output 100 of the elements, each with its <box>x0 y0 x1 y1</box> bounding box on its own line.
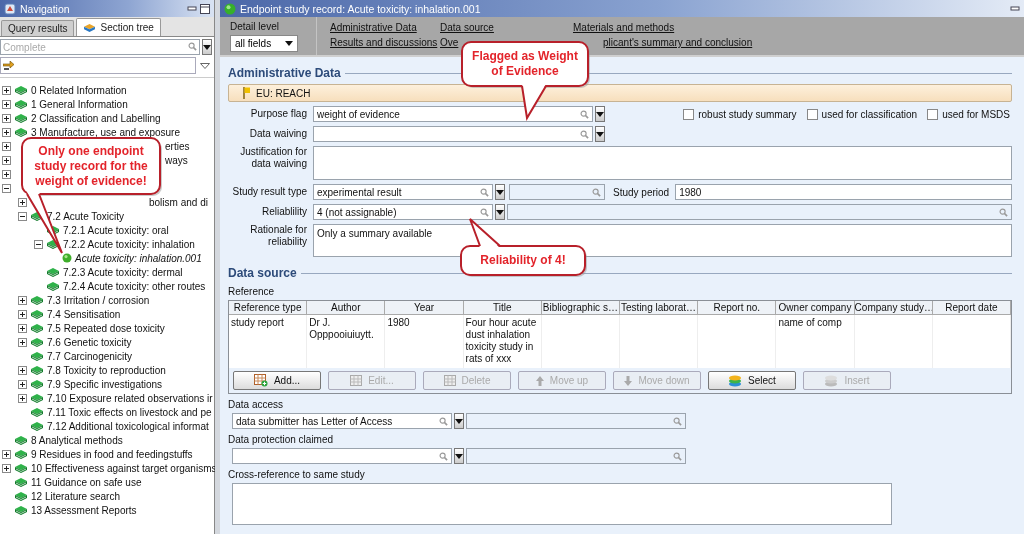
tree-item[interactable]: 7.8 Toxicity to reproduction <box>47 364 166 376</box>
search-icon[interactable] <box>480 207 489 217</box>
column-header[interactable]: Reference type <box>229 301 308 315</box>
tree-item[interactable]: 7.3 Irritation / corrosion <box>47 294 150 306</box>
section-link[interactable]: Materials and methods <box>573 22 675 33</box>
lookup-field[interactable] <box>507 204 1012 220</box>
expand-icon[interactable] <box>18 323 27 333</box>
text-area[interactable] <box>232 483 892 525</box>
column-header[interactable]: Owner company <box>776 301 855 315</box>
search-icon[interactable] <box>480 187 489 197</box>
section-link[interactable]: Results and discussions <box>330 37 438 48</box>
tab[interactable]: Query results <box>1 20 75 36</box>
section-link[interactable]: Administrative Data <box>330 22 417 33</box>
expand-icon[interactable] <box>2 141 11 151</box>
lookup-field[interactable] <box>509 184 605 200</box>
column-header[interactable]: Report date <box>932 301 1011 315</box>
expand-icon[interactable] <box>2 169 11 179</box>
search-icon[interactable] <box>439 451 448 461</box>
column-header[interactable]: Year <box>385 301 464 315</box>
section-link[interactable]: Ove <box>440 37 459 48</box>
tree-item[interactable]: 7.2.4 Acute toxicity: other routes <box>63 280 206 292</box>
checkbox[interactable]: used for classification <box>806 108 918 120</box>
column-header[interactable]: Bibliographic s… <box>541 301 620 315</box>
tree-item[interactable]: 12 Literature search <box>31 490 120 502</box>
lookup-field[interactable] <box>466 413 686 429</box>
tree-item[interactable]: ways <box>165 154 188 166</box>
tree-item[interactable]: bolism and di <box>149 196 208 208</box>
checkbox[interactable]: robust study summary <box>683 108 797 120</box>
tree-item[interactable]: 11 Guidance on safe use <box>31 476 142 488</box>
text-field[interactable]: 1980 <box>675 184 1012 200</box>
maximize-icon[interactable] <box>200 3 210 14</box>
tree-item[interactable]: 9 Residues in food and feedingstuffs <box>31 448 193 460</box>
expand-icon[interactable] <box>18 197 27 207</box>
tree-item[interactable]: 7.7 Carcinogenicity <box>47 350 133 362</box>
tree-item[interactable]: 2 Classification and Labelling <box>31 112 161 124</box>
tree-item[interactable]: 7.10 Exposure related observations ir <box>47 392 213 404</box>
search-icon[interactable] <box>580 109 589 119</box>
expand-icon[interactable] <box>18 295 27 305</box>
expand-icon[interactable] <box>2 155 11 165</box>
filter-dropdown-icon[interactable] <box>200 62 210 69</box>
search-icon[interactable] <box>188 42 197 51</box>
tree-item[interactable]: 8 Analytical methods <box>31 434 123 446</box>
lookup-field[interactable] <box>232 448 452 464</box>
expand-icon[interactable] <box>18 309 27 319</box>
table-button[interactable]: Add... <box>233 371 321 390</box>
dropdown-button[interactable] <box>202 39 212 55</box>
tree-item[interactable]: 7.2.3 Acute toxicity: dermal <box>63 266 183 278</box>
column-header[interactable]: Testing laborat… <box>620 301 699 315</box>
lookup-field[interactable] <box>466 448 686 464</box>
column-header[interactable]: Title <box>463 301 542 315</box>
expand-icon[interactable] <box>2 449 11 459</box>
search-field[interactable]: Complete <box>0 39 200 55</box>
section-link[interactable]: plicant's summary and conclusion <box>603 37 753 48</box>
collapse-icon[interactable] <box>34 239 43 249</box>
minimize-icon[interactable] <box>1010 3 1020 14</box>
expand-icon[interactable] <box>2 99 11 109</box>
tree-item[interactable]: 13 Assessment Reports <box>31 504 137 516</box>
collapse-icon[interactable] <box>2 183 11 193</box>
tree-item[interactable]: 7.5 Repeated dose toxicity <box>47 322 165 334</box>
tree-item[interactable]: 7.4 Sensitisation <box>47 308 121 320</box>
tree-item[interactable]: 10 Effectiveness against target organisms <box>31 462 217 474</box>
tree-item[interactable]: erties <box>165 140 190 152</box>
lookup-field[interactable]: experimental result <box>313 184 493 200</box>
dropdown-button[interactable] <box>595 126 605 142</box>
lookup-field[interactable]: data submitter has Letter of Access <box>232 413 452 429</box>
dropdown-button[interactable] <box>454 448 464 464</box>
expand-icon[interactable] <box>2 463 11 473</box>
minimize-icon[interactable] <box>187 3 197 14</box>
tab[interactable]: Section tree <box>76 18 161 36</box>
tree-item[interactable]: 7.11 Toxic effects on livestock and pe <box>47 406 212 418</box>
expand-icon[interactable] <box>2 127 11 137</box>
expand-icon[interactable] <box>18 393 27 403</box>
detail-level-dropdown[interactable]: all fields <box>230 35 298 52</box>
expand-icon[interactable] <box>18 379 27 389</box>
search-icon[interactable] <box>439 416 448 426</box>
dropdown-button[interactable] <box>495 204 505 220</box>
checkbox[interactable]: used for MSDS <box>927 108 1010 120</box>
table-button[interactable]: Select <box>708 371 796 390</box>
dropdown-button[interactable] <box>595 106 605 122</box>
expand-icon[interactable] <box>18 337 27 347</box>
dropdown-button[interactable] <box>495 184 505 200</box>
column-header[interactable]: Author <box>307 301 386 315</box>
tree-item[interactable]: 7.6 Genetic toxicity <box>47 336 132 348</box>
search-icon[interactable] <box>580 129 589 139</box>
lookup-field[interactable] <box>313 126 593 142</box>
column-header[interactable]: Report no. <box>698 301 777 315</box>
dropdown-button[interactable] <box>454 413 464 429</box>
tree-item[interactable]: 7.2.1 Acute toxicity: oral <box>63 224 169 236</box>
tree-item[interactable]: Acute toxicity: inhalation.001 <box>75 252 202 264</box>
tree-item[interactable]: 7.12 Additional toxicological informat <box>47 420 209 432</box>
tree-item[interactable]: 1 General Information <box>31 98 128 110</box>
tree-item[interactable]: 7.2.2 Acute toxicity: inhalation <box>63 238 195 250</box>
section-link[interactable]: Data source <box>440 22 494 33</box>
expand-icon[interactable] <box>2 113 11 123</box>
filter-field[interactable] <box>0 57 196 74</box>
tree-item[interactable]: 7.9 Specific investigations <box>47 378 163 390</box>
expand-icon[interactable] <box>18 365 27 375</box>
tree-item[interactable]: 0 Related Information <box>31 84 127 96</box>
collapse-icon[interactable] <box>18 211 27 221</box>
tree-item[interactable]: 3 Manufacture, use and exposure <box>31 126 180 138</box>
